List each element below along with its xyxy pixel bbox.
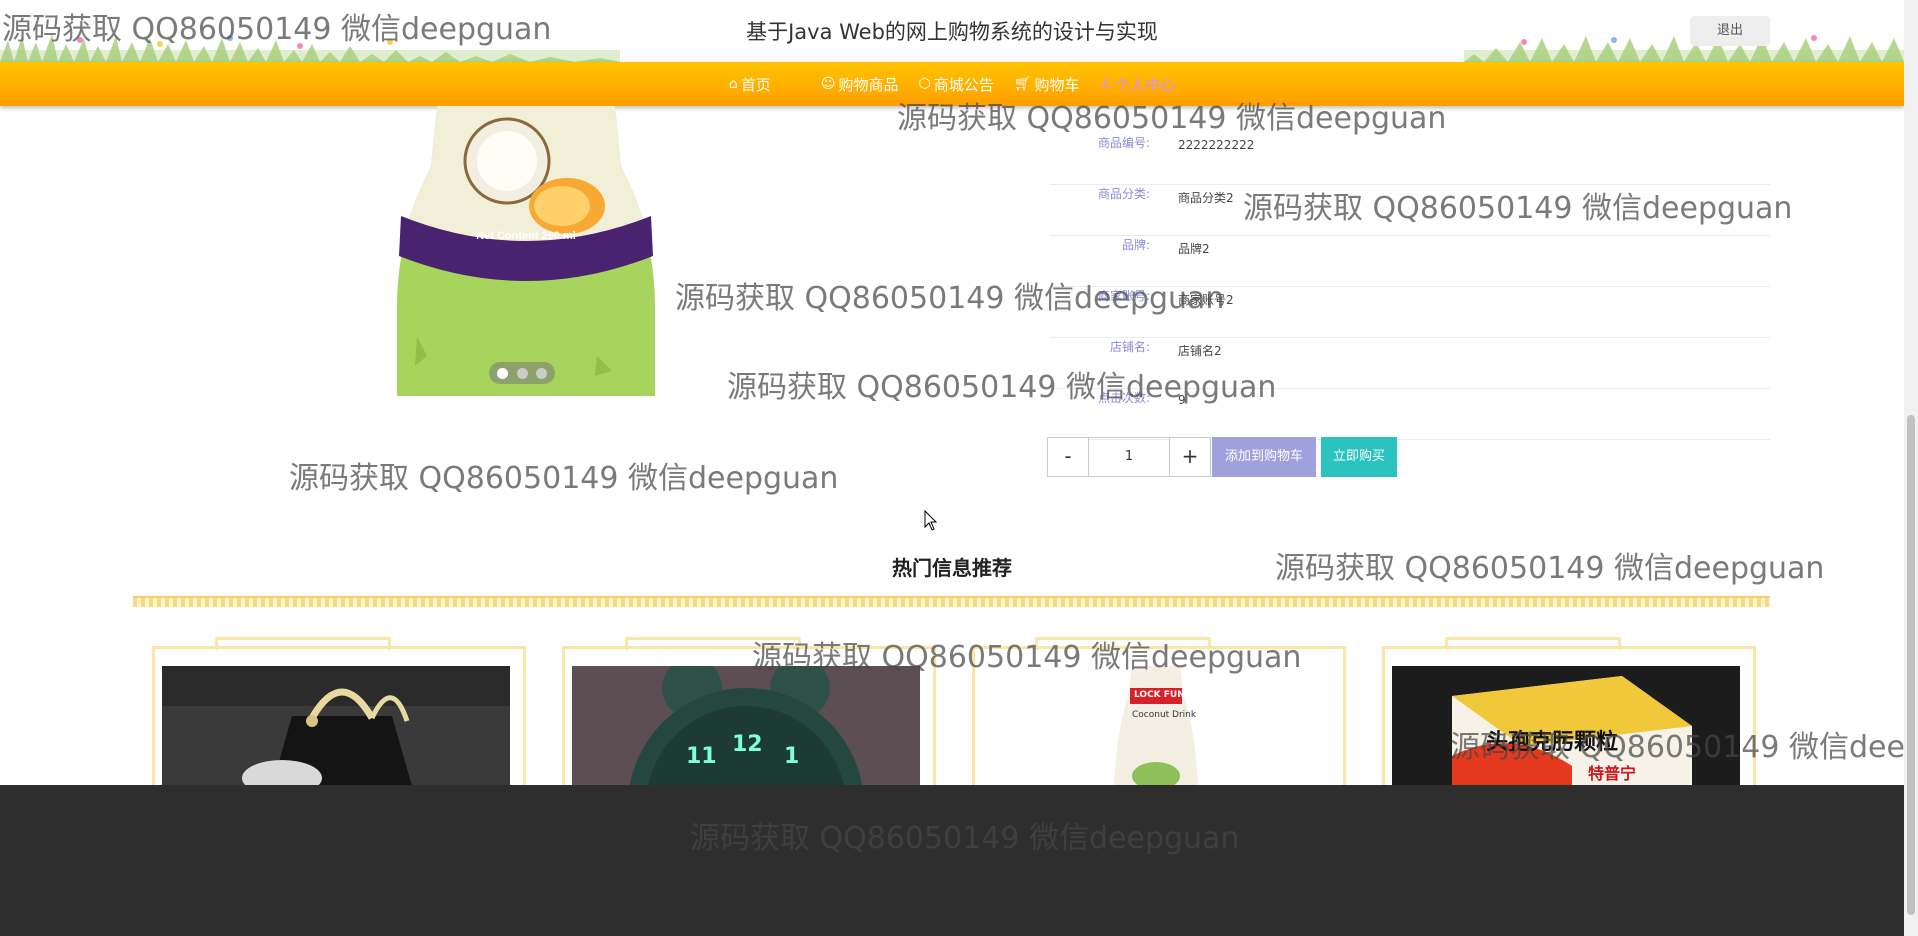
quantity-plus-button[interactable]: + [1169, 437, 1211, 477]
drink-name: Coconut Drink [1132, 710, 1197, 720]
info-value: 9 [1178, 393, 1186, 407]
info-label: 品牌: [1121, 238, 1150, 252]
recommend-card[interactable]: LOCK FUN Coconut Drink [972, 637, 1346, 789]
cart-icon: 🛒︎ [1013, 76, 1032, 92]
nav-item-profile[interactable]: ♙ 个人中心 [1100, 74, 1176, 95]
nav-item-cart[interactable]: 🛒︎ 购物车 [1014, 74, 1080, 95]
recommend-card[interactable]: 11 12 1 [562, 637, 936, 789]
clock-numeral: 11 [686, 744, 717, 769]
watermark: 源码获取 QQ86050149 微信deepguan [289, 461, 839, 496]
info-label: 点击次数: [1097, 391, 1150, 405]
nav-item-label: 购物商品 [838, 75, 899, 94]
nav-item-label: 个人中心 [1115, 75, 1176, 94]
home-icon: ⌂ [728, 76, 738, 92]
buy-now-button[interactable]: 立即购买 [1321, 437, 1397, 477]
drink-brand: LOCK FUN [1134, 690, 1185, 700]
info-row-clicks: 点击次数: 9 [1050, 389, 1770, 440]
site-title: 基于Java Web的网上购物系统的设计与实现 [746, 20, 1158, 44]
info-value: 商品分类2 [1178, 191, 1234, 205]
nav-item-home[interactable]: ⌂ 首页 [729, 74, 771, 95]
card-tab [1035, 637, 1211, 650]
add-to-cart-button[interactable]: 添加到购物车 [1212, 437, 1316, 477]
medicine-name: 头孢克肟颗粒 [1486, 730, 1619, 755]
recommend-title: 热门信息推荐 [892, 556, 1012, 580]
info-value: 2222222222 [1178, 138, 1255, 152]
mouse-cursor-icon [924, 510, 938, 531]
info-label: 商品编号: [1097, 136, 1150, 150]
card-tab [1445, 637, 1621, 650]
carousel-dot[interactable] [535, 367, 547, 379]
scrollbar-thumb[interactable] [1907, 415, 1915, 915]
medicine-sub: 特普宁 [1588, 764, 1637, 783]
page-footer [0, 785, 1904, 936]
page-scrollbar[interactable] [1904, 0, 1918, 936]
box-icon: ⬡ [918, 76, 931, 92]
nav-item-products[interactable]: ☺ 购物商品 [821, 74, 899, 95]
user-icon: ♙ [1099, 76, 1113, 92]
card-image-medicine[interactable]: 头孢克肟颗粒 特普宁 [1392, 666, 1740, 786]
recommend-divider [133, 596, 1770, 607]
info-row-category: 商品分类: 商品分类2 [1050, 185, 1770, 236]
logout-button[interactable]: 退出 [1690, 16, 1770, 46]
smile-icon: ☺ [820, 76, 836, 92]
card-image-alarm-clock[interactable]: 11 12 1 [572, 666, 920, 786]
quantity-stepper: - 1 + [1047, 437, 1211, 477]
info-label: 商家账号: [1097, 289, 1150, 303]
info-value: 品牌2 [1178, 242, 1210, 256]
quantity-minus-button[interactable]: - [1047, 437, 1089, 477]
info-row-product-code: 商品编号: 2222222222 [1050, 134, 1770, 185]
recommend-card[interactable]: 头孢克肟颗粒 特普宁 [1382, 637, 1756, 789]
carousel-dot[interactable] [516, 367, 528, 379]
info-row-brand: 品牌: 品牌2 [1050, 236, 1770, 287]
card-image-handbag[interactable] [162, 666, 510, 786]
product-image-caption: Net Content 290 ml [476, 230, 576, 242]
nav-item-announcements[interactable]: ⬡ 商城公告 [918, 74, 993, 95]
nav-item-label: 购物车 [1034, 75, 1080, 94]
info-value: 店铺名2 [1178, 344, 1222, 358]
clock-numeral: 1 [784, 744, 800, 769]
carousel-dot[interactable] [497, 367, 509, 379]
card-image-coconut-drink[interactable]: LOCK FUN Coconut Drink [982, 666, 1330, 786]
main-nav: ⌂ 首页 ☺ 购物商品 ⬡ 商城公告 🛒︎ 购物车 ♙ 个人中心 [0, 62, 1904, 106]
product-image[interactable]: Net Content 290 ml [397, 106, 655, 396]
recommend-card[interactable] [152, 637, 526, 789]
nav-item-label: 首页 [740, 75, 771, 94]
info-row-shop-name: 店铺名: 店铺名2 [1050, 338, 1770, 389]
quantity-input[interactable]: 1 [1089, 437, 1169, 477]
info-value: 商家账号2 [1178, 293, 1234, 307]
card-tab [625, 637, 801, 650]
carousel-dots[interactable] [489, 362, 555, 384]
info-label: 店铺名: [1109, 340, 1150, 354]
nav-item-label: 商城公告 [933, 75, 994, 94]
info-label: 商品分类: [1097, 187, 1150, 201]
card-tab [215, 637, 391, 650]
info-row-merchant: 商家账号: 商家账号2 [1050, 287, 1770, 338]
clock-numeral: 12 [732, 732, 763, 757]
top-header: 基于Java Web的网上购物系统的设计与实现 退出 [0, 0, 1904, 62]
